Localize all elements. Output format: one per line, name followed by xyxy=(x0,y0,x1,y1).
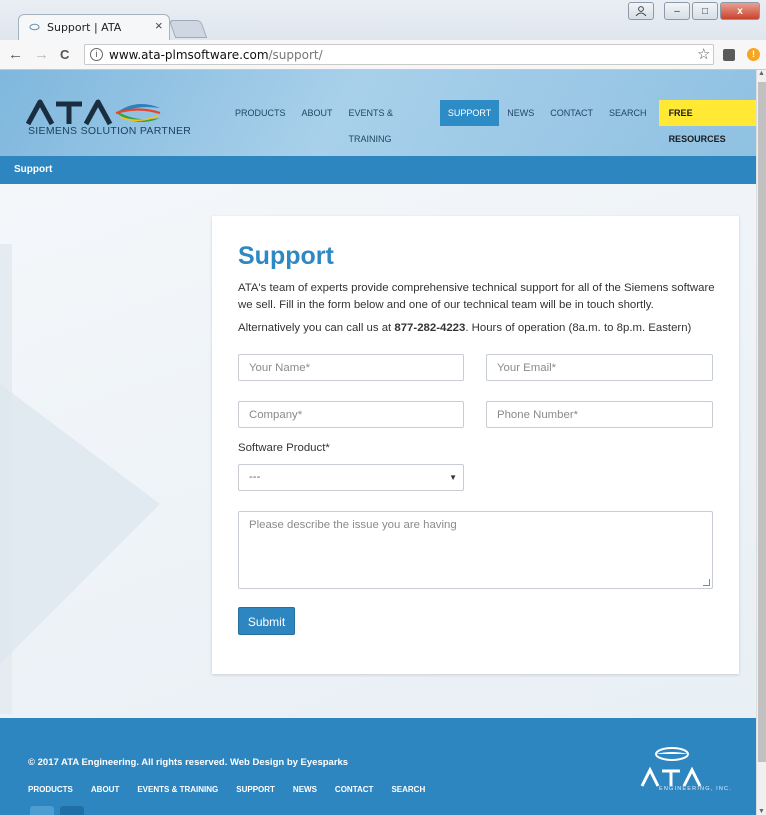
minimize-button[interactable]: – xyxy=(664,2,690,20)
url-path: /support/ xyxy=(268,48,323,62)
background-shape xyxy=(0,384,160,664)
email-input[interactable] xyxy=(486,354,713,381)
user-profile-icon[interactable] xyxy=(628,2,654,20)
back-arrow-icon[interactable]: ← xyxy=(8,46,23,63)
forward-arrow-icon[interactable]: → xyxy=(34,46,49,63)
breadcrumb: Support xyxy=(0,156,756,184)
page-scrollbar[interactable]: ▲ ▼ xyxy=(756,70,766,815)
software-product-select[interactable]: --- ▼ xyxy=(238,464,464,491)
social-linkedin-icon[interactable] xyxy=(60,806,84,815)
nav-news[interactable]: NEWS xyxy=(499,100,542,126)
footer-nav-news[interactable]: NEWS xyxy=(293,785,317,794)
support-card: Support ATA's team of experts provide co… xyxy=(212,216,739,674)
intro-text: ATA's team of experts provide comprehens… xyxy=(238,282,715,311)
footer-nav: PRODUCTS ABOUT EVENTS & TRAINING SUPPORT… xyxy=(28,785,443,794)
footer-nav-search[interactable]: SEARCH xyxy=(391,785,425,794)
software-product-value: --- xyxy=(249,471,261,483)
nav-products[interactable]: PRODUCTS xyxy=(227,100,294,126)
scrollbar-thumb[interactable] xyxy=(758,82,766,762)
site-favicon-icon xyxy=(29,23,40,31)
nav-about[interactable]: ABOUT xyxy=(294,100,341,126)
submit-button[interactable]: Submit xyxy=(238,607,295,635)
footer-nav-events-training[interactable]: EVENTS & TRAINING xyxy=(137,785,218,794)
scroll-up-arrow-icon[interactable]: ▲ xyxy=(758,70,765,77)
tab-title: Support | ATA xyxy=(47,21,122,34)
address-bar[interactable]: i www.ata-plmsoftware.com/support/ xyxy=(84,44,714,65)
copyright-text: © 2017 ATA Engineering. All rights reser… xyxy=(28,757,349,768)
phone-input[interactable] xyxy=(486,401,713,428)
maximize-button[interactable]: □ xyxy=(692,2,718,20)
logo-tagline: SIEMENS SOLUTION PARTNER xyxy=(28,125,192,137)
scroll-down-arrow-icon[interactable]: ▼ xyxy=(758,808,765,815)
nav-support[interactable]: SUPPORT xyxy=(439,100,500,126)
footer-logo-tagline: ENGINEERING, INC. xyxy=(659,786,732,792)
footer-nav-support[interactable]: SUPPORT xyxy=(236,785,275,794)
url-text: www.ata-plmsoftware.com/support/ xyxy=(109,48,323,62)
name-input[interactable] xyxy=(238,354,464,381)
site-footer: © 2017 ATA Engineering. All rights reser… xyxy=(0,718,756,815)
reload-icon[interactable]: C xyxy=(60,47,69,62)
nav-free-resources-button[interactable]: FREE RESOURCES xyxy=(658,100,756,144)
issue-description-textarea[interactable]: Please describe the issue you are having xyxy=(238,511,713,589)
dropdown-arrow-icon: ▼ xyxy=(449,473,457,482)
update-alert-icon[interactable]: ! xyxy=(747,48,760,61)
company-input[interactable] xyxy=(238,401,464,428)
bookmark-star-icon[interactable]: ☆ xyxy=(697,45,710,63)
site-header: SIEMENS SOLUTION PARTNER PRODUCTS ABOUT … xyxy=(0,70,756,156)
breadcrumb-current: Support xyxy=(14,164,53,175)
url-host: www.ata-plmsoftware.com xyxy=(109,48,269,62)
extension-icon[interactable] xyxy=(723,49,735,61)
page-title: Support xyxy=(238,242,334,270)
new-tab-button[interactable] xyxy=(168,20,208,38)
browser-toolbar: ← → C i www.ata-plmsoftware.com/support/… xyxy=(0,40,766,70)
page-viewport: SIEMENS SOLUTION PARTNER PRODUCTS ABOUT … xyxy=(0,70,756,815)
phone-info-suffix: . Hours of operation (8a.m. to 8p.m. Eas… xyxy=(465,322,692,334)
footer-nav-products[interactable]: PRODUCTS xyxy=(28,785,73,794)
footer-nav-contact[interactable]: CONTACT xyxy=(335,785,374,794)
nav-contact[interactable]: CONTACT xyxy=(542,100,601,126)
phone-info-text: Alternatively you can call us at 877-282… xyxy=(238,322,718,334)
nav-search[interactable]: SEARCH xyxy=(601,100,655,126)
phone-info-prefix: Alternatively you can call us at xyxy=(238,322,395,334)
software-product-label: Software Product* xyxy=(238,442,330,454)
close-window-button[interactable]: x xyxy=(720,2,760,20)
resize-handle-icon[interactable] xyxy=(703,579,710,586)
issue-description-placeholder: Please describe the issue you are having xyxy=(249,519,457,531)
browser-tab[interactable]: Support | ATA × xyxy=(18,14,170,40)
phone-number[interactable]: 877-282-4223 xyxy=(394,322,465,334)
footer-nav-about[interactable]: ABOUT xyxy=(91,785,119,794)
tab-close-icon[interactable]: × xyxy=(155,18,163,33)
browser-titlebar: Support | ATA × – □ x xyxy=(0,0,766,40)
window-controls: – □ x xyxy=(628,2,760,20)
social-twitter-icon[interactable] xyxy=(30,806,54,815)
site-info-icon[interactable]: i xyxy=(90,48,103,61)
nav-events-training[interactable]: EVENTS & TRAINING xyxy=(341,100,440,144)
main-nav: PRODUCTS ABOUT EVENTS & TRAINING SUPPORT… xyxy=(227,100,756,144)
